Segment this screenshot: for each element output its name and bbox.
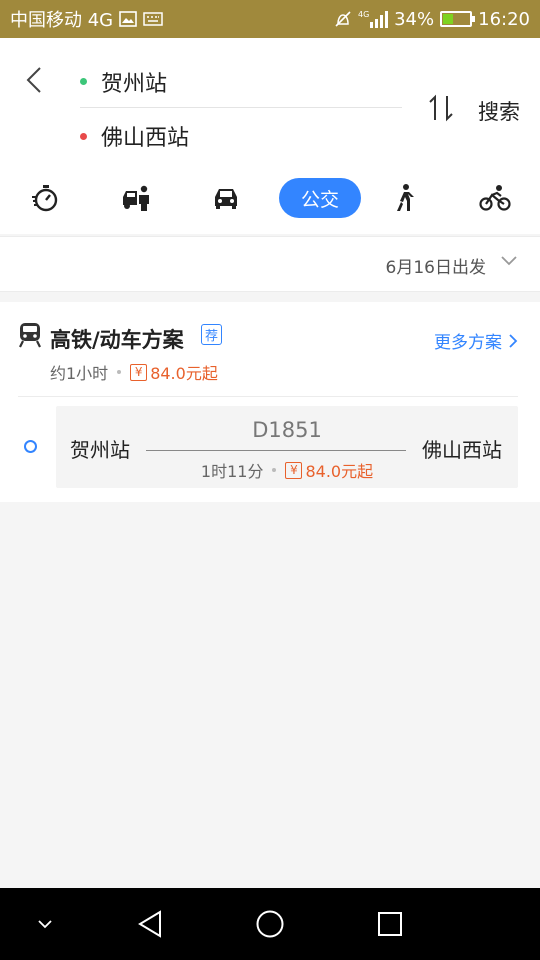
destination-text: 佛山西站 <box>101 126 190 151</box>
chevron-down-icon <box>501 256 517 266</box>
destination-dot <box>80 132 87 140</box>
origin-dot <box>80 78 87 85</box>
train-icon <box>19 323 41 348</box>
swap-route-button[interactable] <box>424 90 458 126</box>
more-plans-link[interactable]: 更多方案 <box>434 328 518 353</box>
taxi-person-icon <box>123 185 149 211</box>
swap-icon <box>429 94 453 122</box>
separator-dot <box>117 370 122 374</box>
tab-bus[interactable]: 公交 <box>279 178 361 218</box>
svg-text:4G: 4G <box>358 10 369 19</box>
chevron-left-icon <box>26 67 41 93</box>
chevron-right-icon <box>509 333 518 348</box>
departure-date-selector[interactable]: 6月16日出发 <box>0 236 540 292</box>
back-button[interactable] <box>18 62 50 98</box>
system-nav-bar <box>0 888 540 960</box>
segment-price: 84.0元起 <box>305 462 374 481</box>
nav-home-button[interactable] <box>250 888 290 960</box>
origin-field[interactable]: 贺州站 <box>80 56 402 108</box>
carrier-label: 中国移动 4G <box>10 10 114 31</box>
nav-back-button[interactable] <box>130 888 170 960</box>
departure-date-text: 6月16日出发 <box>385 258 486 278</box>
stopwatch-icon <box>32 185 58 212</box>
nav-hide-button[interactable] <box>30 888 60 960</box>
destination-field[interactable]: 佛山西站 <box>80 110 402 162</box>
walk-icon <box>397 184 414 211</box>
plan-title: 高铁/动车方案 <box>50 328 184 352</box>
yen-icon: ¥ <box>285 461 303 479</box>
recommended-badge: 荐 <box>201 324 222 345</box>
triangle-back-icon <box>138 910 161 938</box>
search-button[interactable]: 搜索 <box>478 96 520 126</box>
plan-duration: 约1小时 <box>50 364 109 383</box>
tab-car[interactable] <box>208 178 244 218</box>
route-start-marker <box>24 440 37 453</box>
keyboard-icon <box>143 12 163 26</box>
signal-icon: 4G <box>358 9 389 29</box>
route-fields: 贺州站 佛山西站 <box>80 56 402 162</box>
battery-icon <box>440 11 476 27</box>
plan-summary: 约1小时 ¥ 84.0元起 <box>50 360 218 384</box>
status-left: 中国移动 4G <box>10 6 163 32</box>
square-recents-icon <box>378 912 402 936</box>
separator-dot <box>272 468 277 472</box>
segment-to-station: 佛山西站 <box>422 438 502 462</box>
chevron-down-icon <box>38 920 52 929</box>
tab-timer[interactable] <box>27 178 63 218</box>
more-plans-label: 更多方案 <box>434 333 502 353</box>
status-right: 4G 34% 16:20 <box>334 9 530 30</box>
bike-icon <box>479 185 511 211</box>
segment-duration: 1时11分 <box>200 462 264 481</box>
route-header: 贺州站 佛山西站 搜索 公交 <box>0 38 540 234</box>
battery-percent: 34% <box>394 8 435 30</box>
divider <box>18 396 518 397</box>
train-segment[interactable]: 贺州站 D1851 1时11分 ¥ 84.0元起 佛山西站 <box>56 406 518 488</box>
tab-walk[interactable] <box>386 178 422 218</box>
travel-mode-tabs: 公交 <box>0 178 540 218</box>
tab-taxi[interactable] <box>118 178 154 218</box>
rail-plan-card[interactable]: 高铁/动车方案 荐 更多方案 约1小时 ¥ 84.0元起 贺州站 D1851 1… <box>0 302 540 502</box>
origin-text: 贺州站 <box>101 71 168 97</box>
car-icon <box>215 189 237 209</box>
yen-icon: ¥ <box>130 363 148 381</box>
tab-bike[interactable] <box>477 178 513 218</box>
segment-line <box>146 450 406 451</box>
plan-price: 84.0元起 <box>150 364 218 383</box>
nav-recents-button[interactable] <box>370 888 410 960</box>
clock: 16:20 <box>478 8 530 30</box>
battery-fill <box>443 14 453 24</box>
image-notification-icon <box>119 11 137 27</box>
status-bar: 中国移动 4G 4G 34% 16:20 <box>0 0 540 38</box>
mute-icon <box>334 10 352 28</box>
circle-home-icon <box>256 910 284 938</box>
